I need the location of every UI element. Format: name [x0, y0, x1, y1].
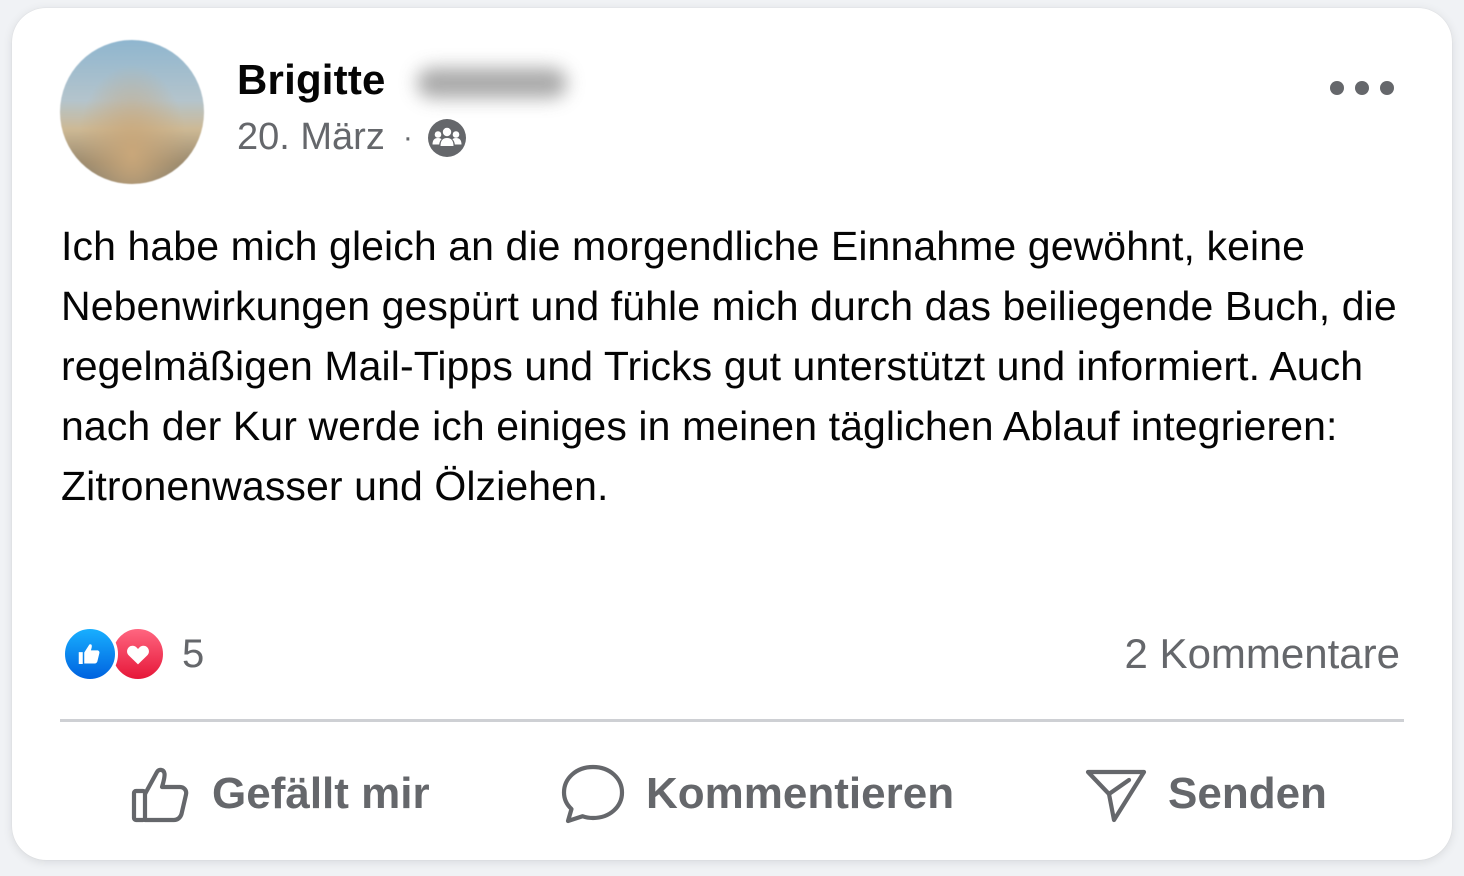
redacted-last-name: [417, 68, 567, 98]
comment-button-label: Kommentieren: [646, 769, 955, 818]
comment-button[interactable]: Kommentieren: [560, 738, 954, 850]
reactions-summary[interactable]: 5: [62, 626, 204, 682]
post-date[interactable]: 20. März: [237, 116, 385, 159]
author-name[interactable]: Brigitte: [237, 56, 386, 104]
like-button-label: Gefällt mir: [212, 769, 430, 818]
avatar[interactable]: [60, 40, 204, 184]
like-button[interactable]: Gefällt mir: [130, 738, 430, 850]
post-meta: 20. März ·: [237, 116, 467, 159]
meta-separator: ·: [402, 120, 413, 154]
group-icon[interactable]: [427, 118, 467, 158]
like-reaction-icon: [62, 626, 118, 682]
comment-count-link[interactable]: 2 Kommentare: [1125, 630, 1400, 678]
action-bar: Gefällt mir Kommentieren Senden: [60, 738, 1404, 850]
post-card: Brigitte 20. März · Ich habe mich gleich…: [12, 8, 1452, 860]
post-text: Ich habe mich gleich an die morgendliche…: [61, 223, 1397, 509]
send-icon: [1084, 763, 1148, 825]
speech-bubble-icon: [560, 763, 626, 825]
thumbs-up-icon: [130, 763, 192, 825]
send-button-label: Senden: [1168, 769, 1327, 818]
reaction-count: 5: [182, 631, 205, 676]
send-button[interactable]: Senden: [1084, 738, 1327, 850]
divider: [60, 719, 1404, 722]
more-options-icon[interactable]: [1330, 70, 1394, 106]
love-reaction-icon: [110, 626, 166, 682]
